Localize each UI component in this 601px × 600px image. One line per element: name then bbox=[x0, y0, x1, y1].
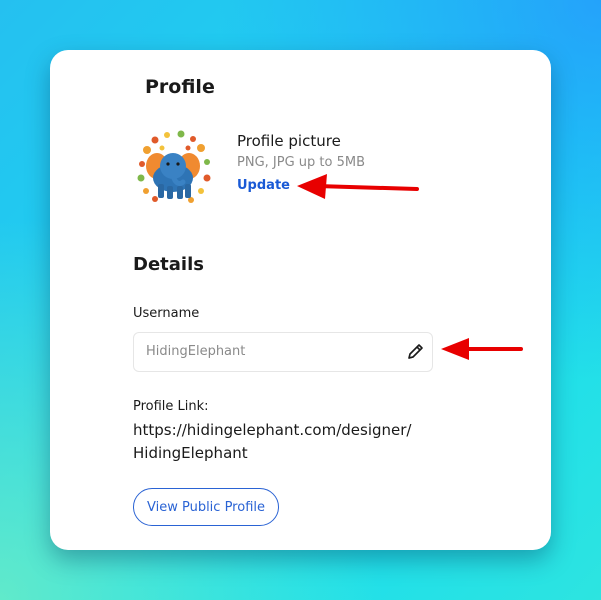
username-value: HidingElephant bbox=[146, 344, 246, 359]
username-label: Username bbox=[133, 306, 200, 321]
view-public-profile-button[interactable]: View Public Profile bbox=[133, 488, 279, 526]
profile-link-value: https://hidingelephant.com/designer/Hidi… bbox=[133, 421, 412, 462]
pencil-icon[interactable] bbox=[404, 341, 426, 363]
details-heading: Details bbox=[133, 254, 204, 275]
update-picture-link[interactable]: Update bbox=[237, 178, 290, 193]
red-arrow-icon bbox=[441, 338, 523, 360]
profile-picture-title: Profile picture bbox=[237, 132, 341, 150]
profile-picture-hint: PNG, JPG up to 5MB bbox=[237, 155, 365, 170]
page-title: Profile bbox=[145, 76, 215, 98]
profile-card: Profile Profile picture PNG, JPG up to 5… bbox=[50, 50, 551, 550]
username-field[interactable]: HidingElephant bbox=[133, 332, 433, 372]
avatar bbox=[133, 128, 213, 208]
elephant-avatar-icon bbox=[133, 128, 213, 208]
red-arrow-icon bbox=[297, 174, 419, 199]
profile-link-label: Profile Link: bbox=[133, 399, 209, 414]
